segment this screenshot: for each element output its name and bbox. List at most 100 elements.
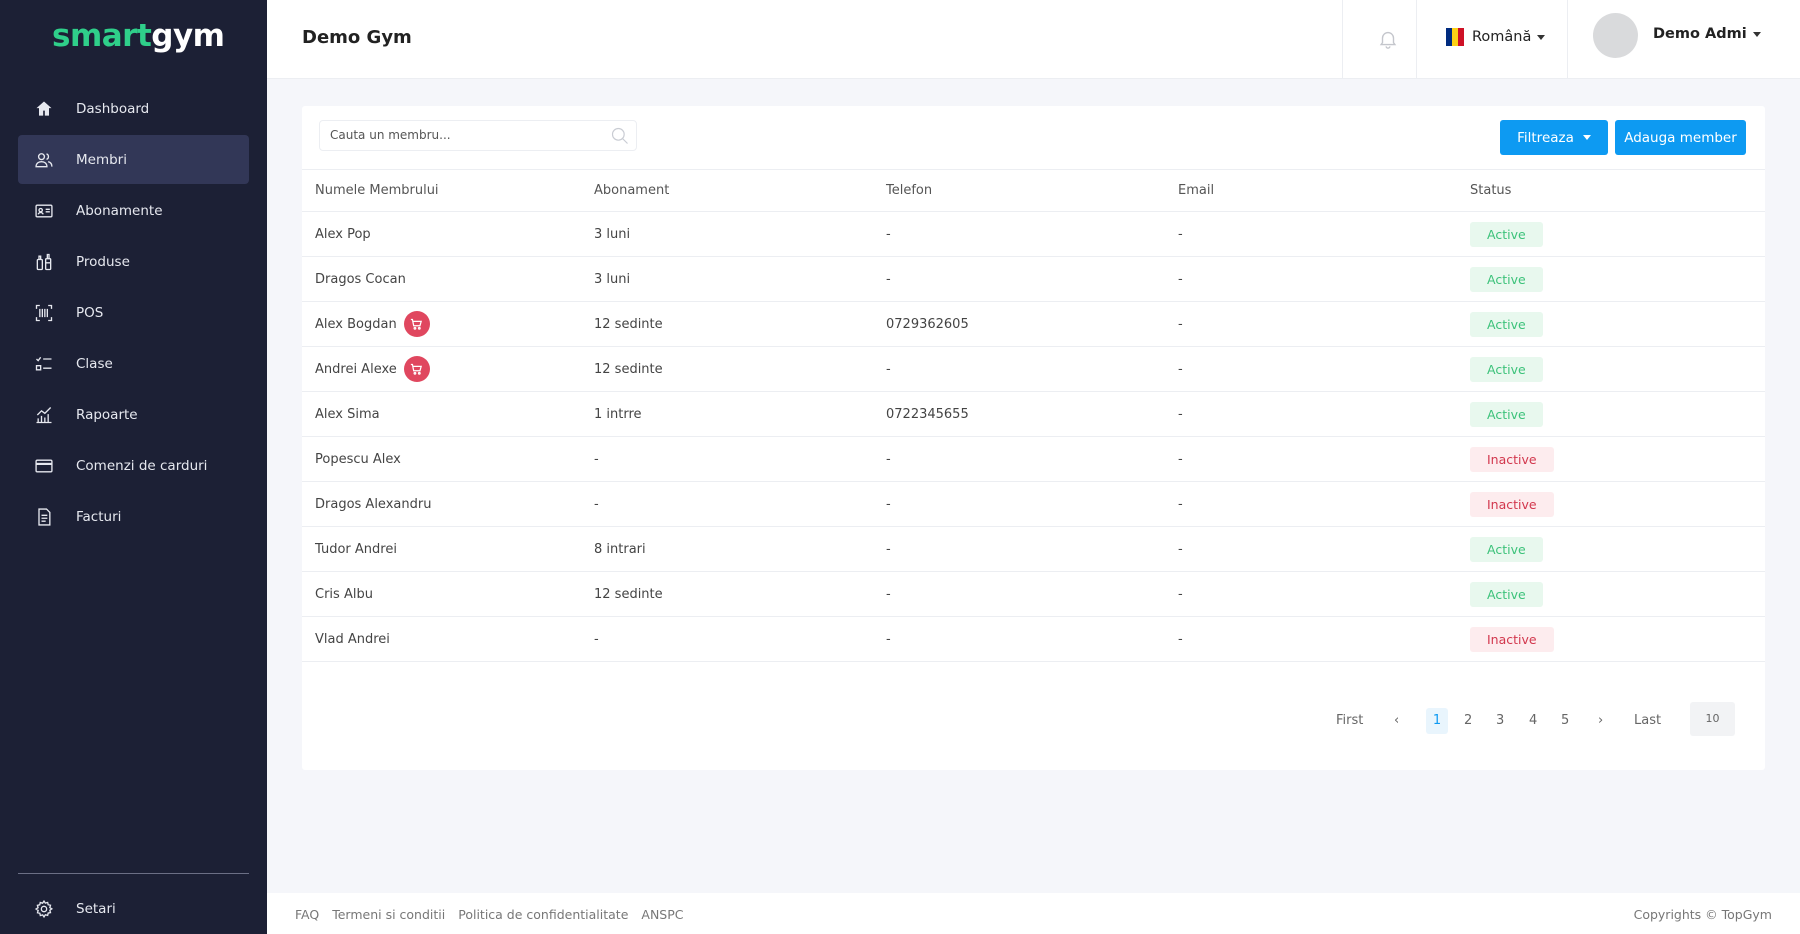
user-menu[interactable]: Demo Admi [1653, 26, 1761, 42]
pagination-next[interactable]: › [1598, 708, 1603, 734]
pagination-last[interactable]: Last [1634, 708, 1661, 734]
member-name[interactable]: Alex Sima [315, 407, 380, 422]
member-name[interactable]: Tudor Andrei [315, 542, 397, 557]
sidebar-nav: Dashboard Membri Abonamente Produse POS Clase… [18, 84, 249, 543]
gear-icon [34, 899, 54, 919]
sidebar-item-produse[interactable]: Produse [18, 237, 249, 286]
footer-link-anspc[interactable]: ANSPC [641, 907, 683, 922]
member-name[interactable]: Dragos Cocan [315, 272, 406, 287]
table-row[interactable]: Vlad Andrei - - - Inactive [302, 616, 1765, 662]
member-name[interactable]: Andrei Alexe [315, 362, 397, 377]
pagination-first[interactable]: First [1336, 708, 1363, 734]
sidebar-item-label: Setari [76, 900, 116, 917]
member-name[interactable]: Vlad Andrei [315, 632, 390, 647]
sidebar-item-label: Rapoarte [76, 406, 138, 423]
pagination-page-1[interactable]: 1 [1426, 708, 1448, 734]
pagination-prev[interactable]: ‹ [1394, 708, 1399, 734]
sidebar-item-comenzi-de-carduri[interactable]: Comenzi de carduri [18, 441, 249, 490]
member-name-cell: Cris Albu [302, 571, 594, 617]
filter-button[interactable]: Filtreaza [1500, 120, 1608, 155]
pagination-page-2[interactable]: 2 [1464, 708, 1472, 734]
email-cell: - [1178, 571, 1470, 617]
search-icon[interactable] [610, 126, 630, 146]
table-row[interactable]: Alex Sima 1 intrre 0722345655- Active [302, 391, 1765, 437]
footer-link-faq[interactable]: FAQ [295, 907, 319, 922]
sidebar-item-membri[interactable]: Membri [18, 135, 249, 184]
status-cell: Inactive [1470, 616, 1765, 662]
phone-cell: - [886, 211, 1178, 257]
column-header-phone[interactable]: Telefon [886, 169, 1178, 212]
table-row[interactable]: Dragos Cocan 3 luni - - Active [302, 256, 1765, 302]
column-header-email[interactable]: Email [1178, 169, 1470, 212]
table-row[interactable]: Alex Pop 3 luni - - Active [302, 211, 1765, 257]
sidebar-item-abonamente[interactable]: Abonamente [18, 186, 249, 235]
credit-card-icon [34, 456, 54, 476]
member-name[interactable]: Cris Albu [315, 587, 373, 602]
search-input[interactable]: Cauta un membru... [319, 120, 637, 151]
language-selector[interactable]: Română [1446, 28, 1546, 46]
add-member-button[interactable]: Adauga member [1615, 120, 1746, 155]
sidebar: smartgym Dashboard Membri Abonamente Produs… [0, 0, 267, 934]
member-name[interactable]: Alex Bogdan [315, 317, 397, 332]
table-row[interactable]: Dragos Alexandru - - - Inactive [302, 481, 1765, 527]
email-cell: - [1178, 301, 1470, 347]
status-cell: Active [1470, 526, 1765, 572]
column-header-subscription[interactable]: Abonament [594, 169, 886, 212]
status-cell: Active [1470, 301, 1765, 347]
pagination-page-4[interactable]: 4 [1529, 708, 1537, 734]
sidebar-item-clase[interactable]: Clase [18, 339, 249, 388]
sidebar-item-label: Membri [76, 151, 127, 168]
bell-icon[interactable] [1377, 28, 1399, 50]
table-row[interactable]: Cris Albu 12 sedinte - - Active [302, 571, 1765, 617]
pagination-page-5[interactable]: 5 [1561, 708, 1569, 734]
footer-link-privacy[interactable]: Politica de confidentialitate [458, 907, 628, 922]
sidebar-item-rapoarte[interactable]: Rapoarte [18, 390, 249, 439]
app-logo[interactable]: smartgym [52, 18, 225, 54]
users-icon [34, 150, 54, 170]
table-row[interactable]: Popescu Alex - - - Inactive [302, 436, 1765, 482]
status-badge: Inactive [1470, 491, 1554, 517]
sidebar-item-setari[interactable]: Setari [18, 884, 249, 933]
shopping-cart-icon[interactable] [403, 311, 430, 337]
sidebar-item-dashboard[interactable]: Dashboard [18, 84, 249, 133]
subscription-cell: 3 luni [594, 211, 886, 257]
member-name[interactable]: Dragos Alexandru [315, 497, 431, 512]
footer: FAQ Termeni si conditii Politica de conf… [267, 893, 1800, 934]
status-cell: Inactive [1470, 481, 1765, 527]
table-row[interactable]: Andrei Alexe 12 sedinte - - Active [302, 346, 1765, 392]
subscription-cell: 12 sedinte [594, 346, 886, 392]
member-name-cell: Alex Pop [302, 211, 594, 257]
per-page-select[interactable]: 10 [1690, 702, 1735, 736]
pagination-page-3[interactable]: 3 [1496, 708, 1504, 734]
member-name-cell: Andrei Alexe [302, 346, 594, 392]
email-cell: - [1178, 526, 1470, 572]
email-cell: - [1178, 346, 1470, 392]
member-name[interactable]: Alex Pop [315, 227, 371, 242]
phone-cell: - [886, 481, 1178, 527]
phone-cell: - [886, 616, 1178, 662]
sidebar-item-pos[interactable]: POS [18, 288, 249, 337]
subscription-cell: 12 sedinte [594, 301, 886, 347]
chart-icon [34, 405, 54, 425]
avatar[interactable] [1593, 13, 1638, 58]
member-name-cell: Alex Bogdan [302, 301, 594, 347]
footer-link-terms[interactable]: Termeni si conditii [332, 907, 445, 922]
subscription-cell: 3 luni [594, 256, 886, 302]
pagination: First ‹ 1 2 3 4 5 › Last 10 [302, 702, 1765, 738]
column-header-status[interactable]: Status [1470, 169, 1765, 212]
status-badge: Inactive [1470, 626, 1554, 652]
sidebar-item-label: Comenzi de carduri [76, 457, 208, 474]
phone-cell: 0729362605 [886, 301, 1178, 347]
table-row[interactable]: Tudor Andrei 8 intrari - - Active [302, 526, 1765, 572]
column-header-name[interactable]: Numele Membrului [302, 169, 594, 212]
email-cell: - [1178, 481, 1470, 527]
copyright: Copyrights © TopGym [1633, 907, 1772, 922]
table-row[interactable]: Alex Bogdan 12 sedinte 0729362605- Active [302, 301, 1765, 347]
email-cell: - [1178, 616, 1470, 662]
member-name[interactable]: Popescu Alex [315, 452, 401, 467]
sidebar-item-facturi[interactable]: Facturi [18, 492, 249, 541]
phone-cell: - [886, 346, 1178, 392]
member-name-cell: Dragos Alexandru [302, 481, 594, 527]
shopping-cart-icon[interactable] [403, 356, 430, 382]
id-card-icon [34, 201, 54, 221]
